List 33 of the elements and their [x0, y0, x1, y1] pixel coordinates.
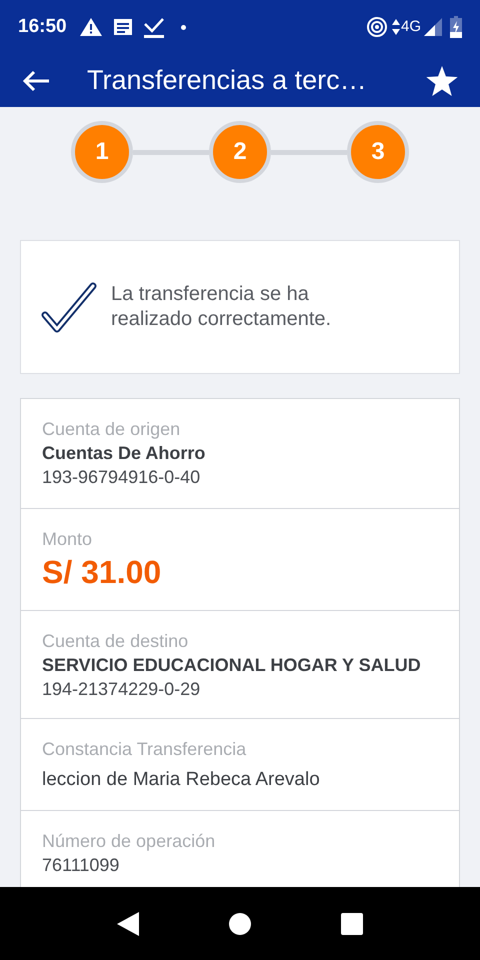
- detail-value: 193-96794916-0-40: [42, 466, 202, 489]
- download-done-icon: [142, 16, 165, 38]
- status-time: 16:50: [18, 14, 67, 39]
- hotspot-icon: [366, 16, 388, 38]
- step-indicator: 1: [71, 121, 133, 183]
- data-arrows-icon: [392, 18, 400, 36]
- detail-label: Cuenta de destino: [42, 630, 190, 653]
- detail-value: 76111099: [42, 854, 120, 877]
- step-indicator: 3: [347, 121, 409, 183]
- recents-nav-icon[interactable]: [341, 912, 363, 934]
- home-nav-icon[interactable]: [229, 912, 251, 934]
- detail-value: leccion de Maria Rebeca Arevalo: [42, 768, 321, 792]
- account-name: Cuentas De Ahorro: [42, 442, 206, 465]
- message-icon: [112, 18, 133, 36]
- detail-label: Número de operación: [42, 830, 216, 853]
- account-name: SERVICIO EDUCACIONAL HOGAR Y SALUD: [42, 654, 422, 677]
- detail-label: Cuenta de origen: [42, 418, 182, 441]
- amount-value: S/ 31.00: [42, 553, 162, 591]
- star-icon[interactable]: [426, 66, 458, 96]
- battery-charging-icon: [450, 16, 462, 38]
- checkmark-icon: [41, 281, 97, 333]
- detail-label: Monto: [42, 528, 94, 551]
- detail-label: Constancia Transferencia: [42, 738, 248, 761]
- detail-value: 194-21374229-0-29: [42, 678, 202, 701]
- network-type: 4G: [400, 16, 421, 37]
- back-arrow-icon[interactable]: [22, 70, 50, 92]
- back-nav-icon[interactable]: [117, 912, 139, 936]
- step-indicator: 2: [209, 121, 271, 183]
- signal-icon: [424, 18, 442, 36]
- success-message: La transferencia se ha realizado correctamente.: [111, 282, 332, 332]
- dot-icon: [180, 24, 186, 30]
- warning-icon: [78, 17, 103, 37]
- screen-title: Transferencias a terc…: [87, 64, 368, 98]
